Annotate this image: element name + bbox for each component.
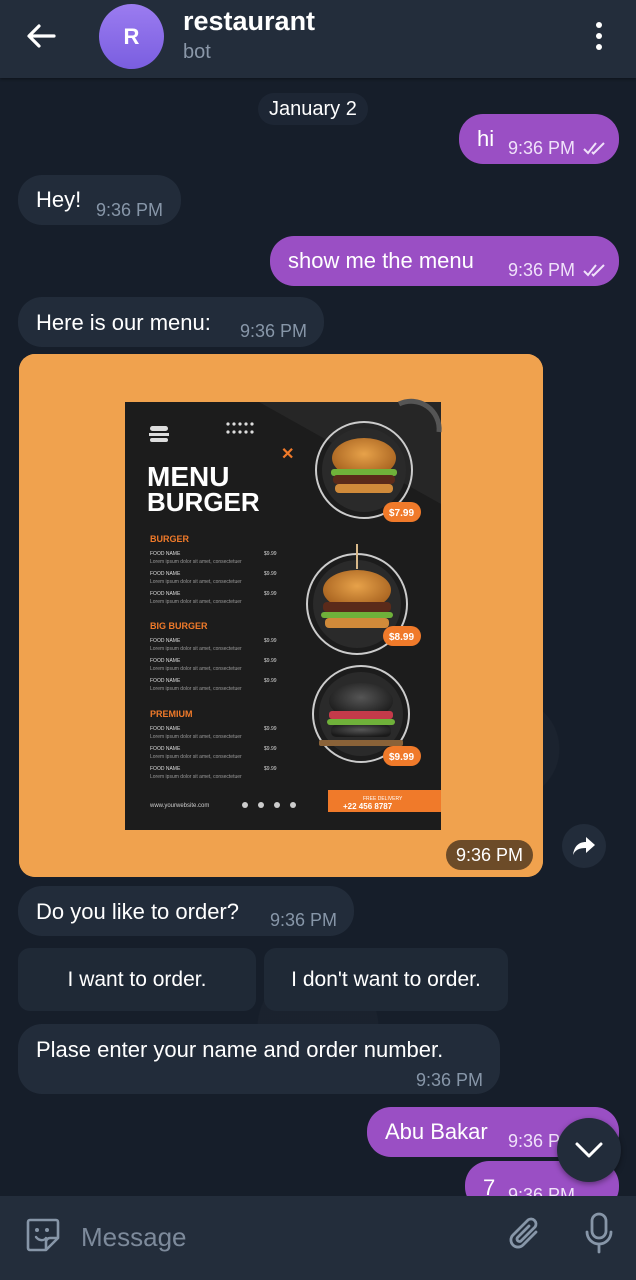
date-separator: January 2 <box>258 93 368 125</box>
message-text: Hey! <box>36 187 82 212</box>
double-check-icon <box>583 142 605 155</box>
poster-item-price: $9.99 <box>264 571 277 577</box>
message-time: 9:36 PM <box>240 321 308 341</box>
message-input[interactable] <box>79 1218 483 1256</box>
poster-item-price: $9.99 <box>264 591 277 597</box>
double-check-icon <box>583 264 605 277</box>
poster-item-desc: Lorem ipsum dolor sit amet, consectetuer <box>150 754 242 760</box>
poster-phone: +22 456 8787 <box>343 802 393 811</box>
message-text: hi <box>477 126 495 151</box>
poster-item-desc: Lorem ipsum dolor sit amet, consectetuer <box>150 686 242 692</box>
poster-price: $7.99 <box>389 508 414 519</box>
message-time: 9:36 PM <box>270 910 338 930</box>
sticker-emoji-icon[interactable] <box>24 1216 62 1254</box>
more-options-button[interactable] <box>585 20 613 52</box>
image-time: 9:36 PM <box>446 840 534 870</box>
message-time: 9:36 PM <box>416 1070 484 1090</box>
outgoing-message[interactable]: hi 9:36 PM <box>459 114 619 164</box>
poster-item-name: FOOD NAME <box>150 638 181 644</box>
chat-header: R restaurant bot <box>0 0 636 78</box>
message-text: Abu Bakar <box>385 1119 488 1144</box>
poster-item-desc: Lorem ipsum dolor sit amet, consectetuer <box>150 666 242 672</box>
chevron-down-icon <box>575 1142 603 1158</box>
menu-image[interactable]: ✕ MENU BURGER BURGER FOOD NAME $9.99 Lor… <box>19 354 543 877</box>
burger-menu-poster: ✕ MENU BURGER BURGER FOOD NAME $9.99 Lor… <box>19 354 543 877</box>
incoming-message[interactable]: Here is our menu: 9:36 PM <box>18 297 324 347</box>
poster-item-name: FOOD NAME <box>150 658 181 664</box>
poster-item-price: $9.99 <box>264 726 277 732</box>
message-composer <box>0 1196 636 1280</box>
poster-item-name: FOOD NAME <box>150 571 181 577</box>
share-arrow-icon <box>573 837 595 855</box>
poster-heading-burger: BURGER <box>147 487 260 517</box>
incoming-message[interactable]: Hey! 9:36 PM <box>18 175 181 225</box>
poster-item-desc: Lorem ipsum dolor sit amet, consectetuer <box>150 599 242 605</box>
message-time: 9:36 PM <box>508 260 576 280</box>
poster-item-name: FOOD NAME <box>150 746 181 752</box>
poster-item-name: FOOD NAME <box>150 678 181 684</box>
dot-icon <box>596 22 602 28</box>
outgoing-message[interactable]: show me the menu 9:36 PM <box>270 236 619 286</box>
dot-icon <box>596 33 602 39</box>
reply-button-want-order[interactable]: I want to order. <box>18 948 256 1011</box>
poster-item-price: $9.99 <box>264 658 277 664</box>
poster-item-price: $9.99 <box>264 638 277 644</box>
message-text: Here is our menu: <box>36 310 211 335</box>
poster-price: $8.99 <box>389 632 414 643</box>
chat-subtitle: bot <box>183 41 211 63</box>
poster-item-price: $9.99 <box>264 678 277 684</box>
incoming-message[interactable]: Plase enter your name and order number. … <box>18 1024 500 1094</box>
arrow-left-icon <box>27 24 56 48</box>
poster-item-desc: Lorem ipsum dolor sit amet, consectetuer <box>150 646 242 652</box>
message-text: Do you like to order? <box>36 899 239 924</box>
poster-website: www.yourwebsite.com <box>149 803 209 809</box>
dot-icon <box>596 44 602 50</box>
paperclip-icon[interactable] <box>508 1214 544 1254</box>
poster-item-price: $9.99 <box>264 766 277 772</box>
scroll-down-button[interactable] <box>557 1118 621 1182</box>
microphone-icon[interactable] <box>584 1212 614 1254</box>
reply-button-dont-want-order[interactable]: I don't want to order. <box>264 948 508 1011</box>
back-button[interactable] <box>18 18 64 54</box>
poster-item-desc: Lorem ipsum dolor sit amet, consectetuer <box>150 579 242 585</box>
chat-title[interactable]: restaurant <box>183 6 315 37</box>
svg-text:✕: ✕ <box>281 446 294 463</box>
poster-item-price: $9.99 <box>264 551 277 557</box>
incoming-message[interactable]: Do you like to order? 9:36 PM <box>18 886 354 936</box>
poster-section: BURGER <box>150 534 190 544</box>
poster-item-name: FOOD NAME <box>150 726 181 732</box>
poster-item-desc: Lorem ipsum dolor sit amet, consectetuer <box>150 559 242 565</box>
share-button[interactable] <box>562 824 606 868</box>
message-time: 9:36 PM <box>96 200 164 220</box>
poster-section: PREMIUM <box>150 709 193 719</box>
poster-item-desc: Lorem ipsum dolor sit amet, consectetuer <box>150 774 242 780</box>
message-text: show me the menu <box>288 248 474 273</box>
poster-item-name: FOOD NAME <box>150 766 181 772</box>
poster-price: $9.99 <box>389 752 414 763</box>
poster-item-price: $9.99 <box>264 746 277 752</box>
message-time: 9:36 PM <box>508 138 576 158</box>
avatar[interactable]: R <box>99 4 164 69</box>
poster-item-name: FOOD NAME <box>150 591 181 597</box>
message-text: Plase enter your name and order number. <box>36 1037 444 1062</box>
poster-item-desc: Lorem ipsum dolor sit amet, consectetuer <box>150 734 242 740</box>
poster-section: BIG BURGER <box>150 621 208 631</box>
poster-item-name: FOOD NAME <box>150 551 181 557</box>
